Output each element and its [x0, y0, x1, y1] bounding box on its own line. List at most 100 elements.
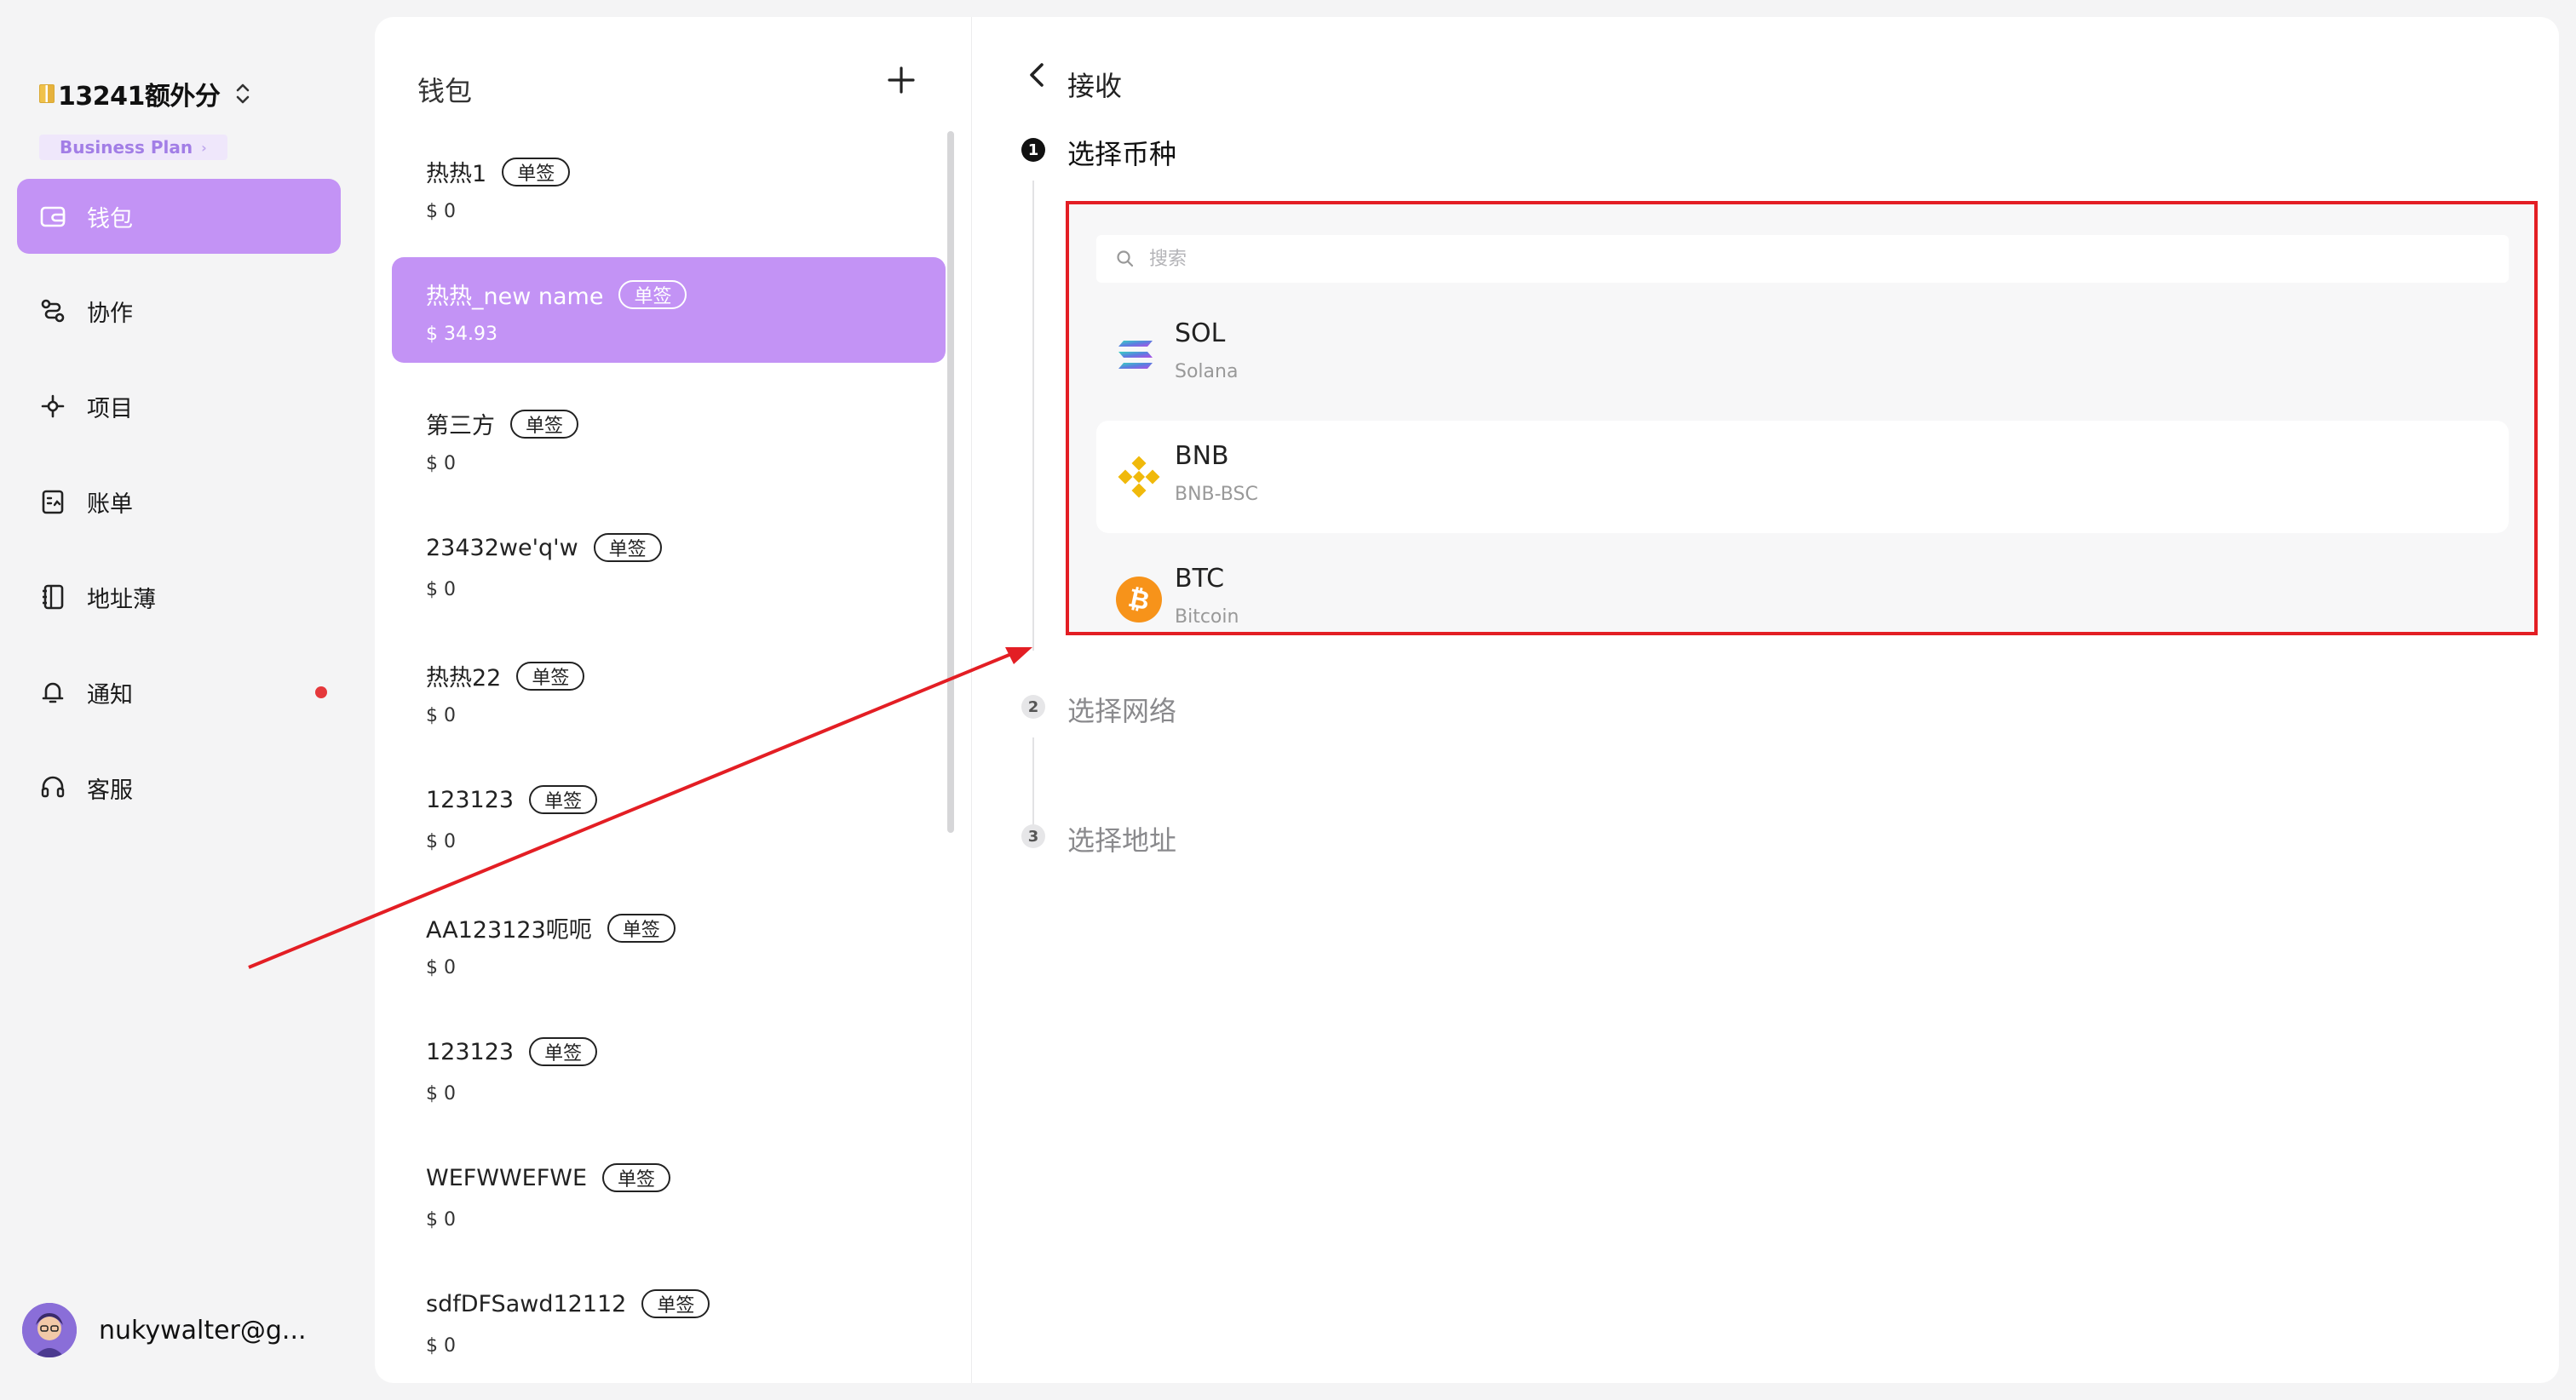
sidebar-item-address-book[interactable]: 地址薄 — [17, 559, 341, 634]
sidebar-item-label: 项目 — [87, 395, 133, 422]
wallet-item[interactable]: sdfDFSawd12112 单签 $ 0 — [392, 1269, 946, 1374]
user-profile[interactable]: nukywalter@g... — [22, 1303, 307, 1357]
add-wallet-button[interactable] — [883, 61, 920, 99]
wallet-type-tag: 单签 — [516, 661, 585, 691]
address-book-icon — [37, 582, 68, 612]
wallet-name: 第三方 — [426, 413, 495, 439]
wallet-item[interactable]: 热热_new name 单签 $ 34.93 — [392, 257, 946, 363]
org-name: 13241额外分 — [58, 82, 221, 112]
project-icon — [37, 391, 68, 422]
bill-icon — [37, 486, 68, 517]
sidebar-item-label: 地址薄 — [87, 586, 156, 613]
wallet-balance: $ 0 — [426, 705, 456, 726]
coin-symbol: BTC — [1175, 564, 1225, 594]
coin-symbol: BNB — [1175, 441, 1229, 471]
sidebar-item-collaborate[interactable]: 协作 — [17, 273, 341, 348]
step-connector — [1032, 181, 1034, 651]
wallet-list-panel: 钱包 热热1 单签 $ 0 热热_new name 单签 $ 34.93 第三方 单签… — [375, 17, 971, 1383]
wallet-type-tag: 单签 — [641, 1289, 710, 1318]
chevron-right-icon: › — [201, 139, 207, 156]
wallet-balance: $ 0 — [426, 201, 456, 222]
bitcoin-icon: ₿ — [1115, 576, 1163, 623]
wallet-type-tag: 单签 — [529, 1037, 598, 1066]
sidebar-item-label: 钱包 — [87, 205, 133, 232]
wallet-balance: $ 0 — [426, 1083, 456, 1105]
wallet-name: 123123 — [426, 786, 515, 813]
step-number: 1 — [1021, 138, 1045, 162]
wallet-item[interactable]: 热热22 单签 $ 0 — [392, 639, 946, 744]
wallet-item[interactable]: 热热1 单签 $ 0 — [392, 135, 946, 240]
wallet-item[interactable]: WEFWWEFWE 单签 $ 0 — [392, 1143, 946, 1248]
coin-option-sol[interactable]: SOL Solana — [1096, 298, 2509, 410]
step-number: 3 — [1021, 824, 1045, 848]
collaborate-icon — [37, 295, 68, 326]
wallet-list-title: 钱包 — [417, 75, 473, 107]
sidebar-item-label: 客服 — [87, 777, 133, 804]
back-button[interactable] — [1021, 56, 1052, 94]
wallet-type-tag: 单签 — [510, 409, 579, 439]
wallet-name: WEFWWEFWE — [426, 1164, 588, 1191]
sidebar-item-project[interactable]: 项目 — [17, 369, 341, 444]
search-field[interactable] — [1096, 235, 2509, 283]
wallet-name: 23432we'q'w — [426, 534, 578, 561]
wallet-name: 热热_new name — [426, 284, 604, 310]
coin-network: Solana — [1175, 361, 1239, 382]
wallet-item[interactable]: 123123 单签 $ 0 — [392, 1017, 946, 1122]
coin-network: BNB-BSC — [1175, 484, 1258, 505]
wallet-balance: $ 0 — [426, 957, 456, 978]
user-email: nukywalter@g... — [99, 1315, 307, 1345]
wallet-item[interactable]: 123123 单签 $ 0 — [392, 765, 946, 870]
wallet-name: 热热22 — [426, 665, 502, 691]
wallet-balance: $ 0 — [426, 831, 456, 852]
wallet-item[interactable]: AA123123呃呃 单签 $ 0 — [392, 891, 946, 996]
step-number: 2 — [1021, 695, 1045, 719]
sidebar-item-bill[interactable]: 账单 — [17, 464, 341, 539]
plus-icon — [888, 66, 915, 94]
wallet-type-tag: 单签 — [529, 785, 598, 814]
coin-selector: SOL Solana BNB BNB-BSC — [1066, 201, 2538, 635]
org-logo — [39, 84, 55, 103]
wallet-type-tag: 单签 — [618, 279, 687, 309]
wallet-type-tag: 单签 — [502, 157, 571, 186]
page-title: 接收 — [1067, 70, 1123, 102]
chevron-updown-icon[interactable] — [233, 81, 252, 106]
wallet-name: 热热1 — [426, 161, 487, 187]
wallet-balance: $ 0 — [426, 1335, 456, 1357]
search-input[interactable] — [1149, 248, 2427, 270]
bnb-icon — [1115, 453, 1163, 501]
sidebar-item-wallet[interactable]: 钱包 — [17, 179, 341, 254]
headset-icon — [37, 772, 68, 803]
coin-option-btc[interactable]: ₿ BTC Bitcoin — [1096, 543, 2509, 656]
sidebar: 13241额外分 Business Plan › 钱包 协作 项目 账单 地址薄… — [0, 0, 358, 1400]
step-label-select-coin: 选择币种 — [1067, 138, 1177, 170]
step-label-select-network: 选择网络 — [1067, 695, 1177, 727]
wallet-item[interactable]: 23432we'q'w 单签 $ 0 — [392, 513, 946, 618]
chevron-left-icon — [1030, 63, 1044, 87]
wallet-type-tag: 单签 — [602, 1163, 671, 1192]
sidebar-item-label: 通知 — [87, 681, 133, 709]
sidebar-item-notifications[interactable]: 通知 — [17, 655, 341, 730]
sidebar-item-label: 账单 — [87, 491, 133, 518]
wallet-type-tag: 单签 — [593, 533, 662, 562]
sidebar-item-support[interactable]: 客服 — [17, 750, 341, 825]
wallet-balance: $ 0 — [426, 579, 456, 600]
search-icon — [1117, 250, 1134, 267]
step-connector — [1032, 737, 1034, 828]
wallet-balance: $ 0 — [426, 1209, 456, 1231]
wallet-list-scrollbar[interactable] — [947, 131, 954, 833]
bell-icon — [37, 677, 68, 708]
wallet-name: 123123 — [426, 1038, 515, 1065]
sidebar-item-label: 协作 — [87, 300, 133, 327]
wallet-balance: $ 0 — [426, 453, 456, 474]
wallet-item[interactable]: 第三方 单签 $ 0 — [392, 387, 946, 492]
wallet-type-tag: 单签 — [607, 913, 676, 943]
wallet-name: AA123123呃呃 — [426, 917, 592, 944]
org-switcher[interactable]: 13241额外分 — [39, 75, 252, 112]
coin-option-bnb[interactable]: BNB BNB-BSC — [1096, 421, 2509, 533]
notification-badge — [315, 686, 327, 698]
plan-badge[interactable]: Business Plan › — [39, 135, 227, 160]
avatar — [22, 1303, 77, 1357]
wallet-icon — [37, 201, 68, 232]
plan-label: Business Plan — [60, 137, 193, 158]
coin-symbol: SOL — [1175, 318, 1226, 348]
